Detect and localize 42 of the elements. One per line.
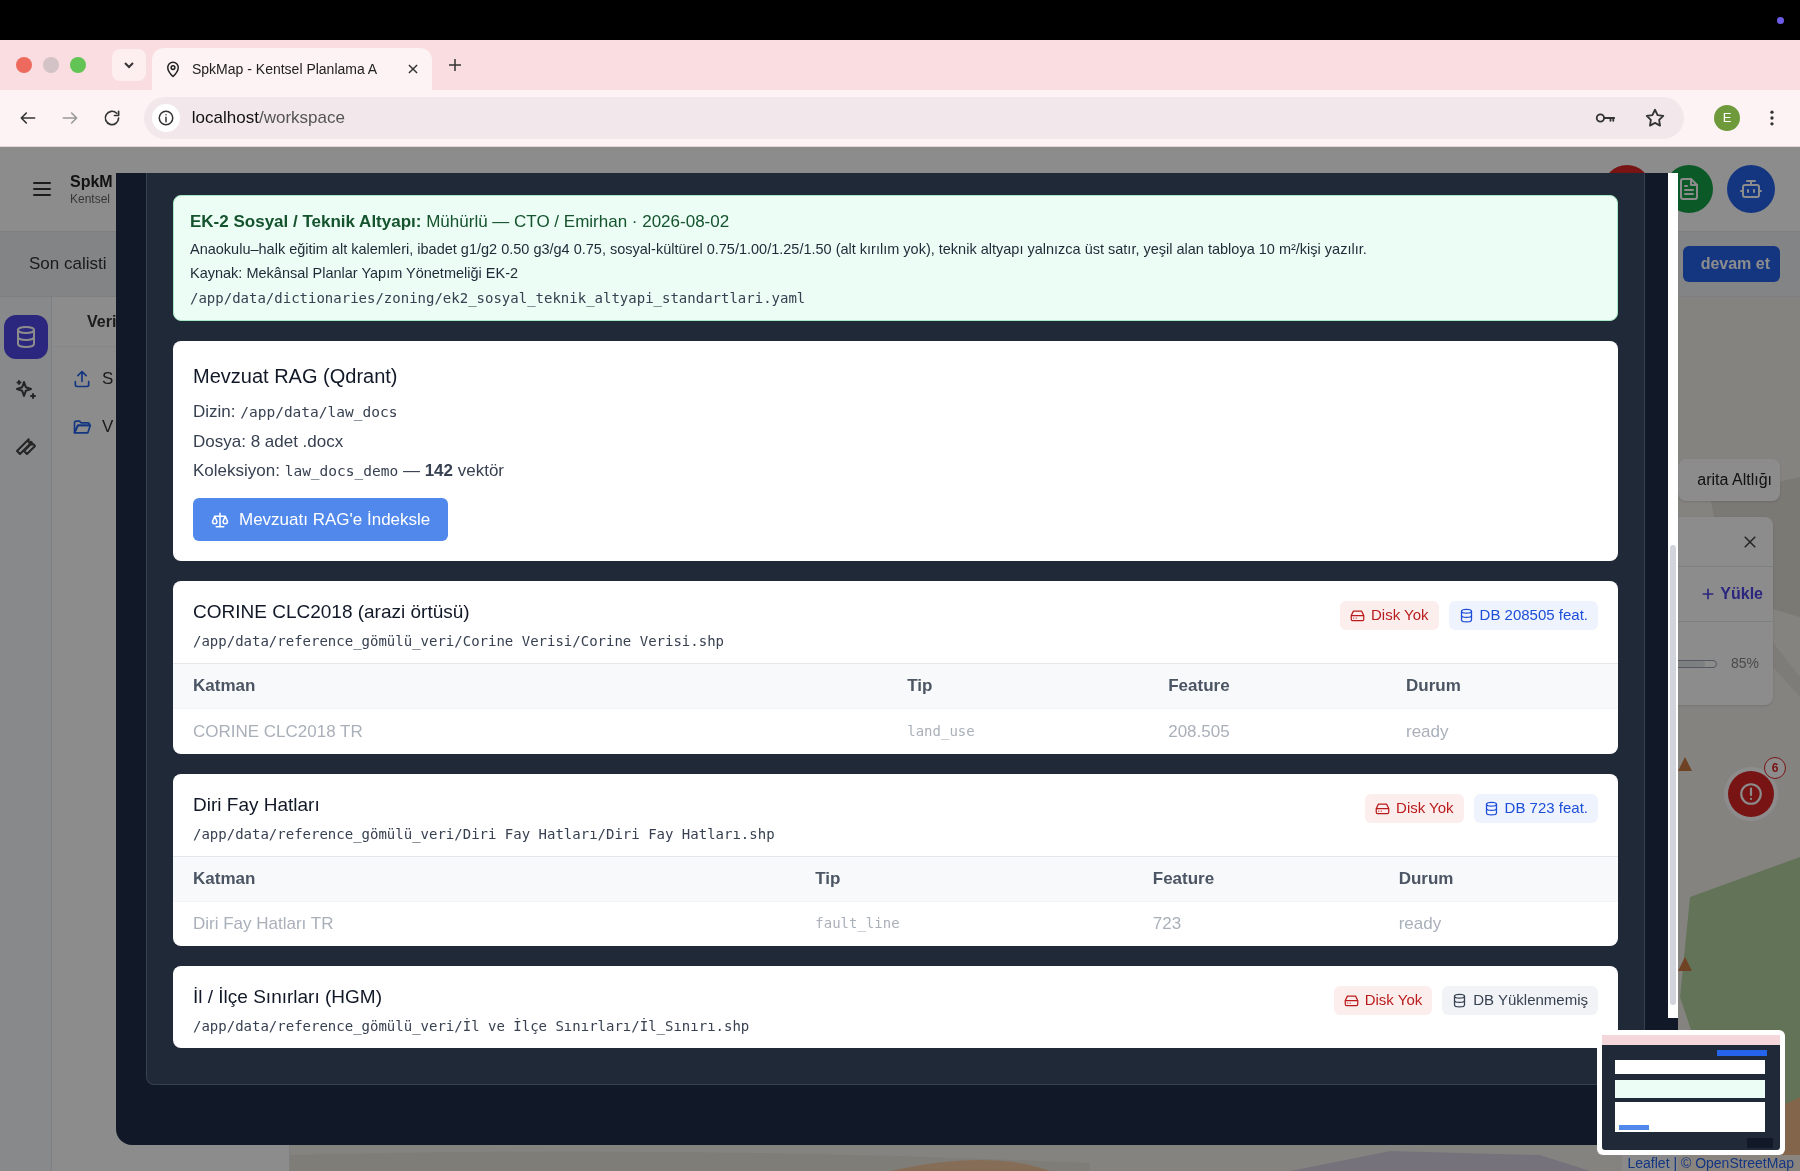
file-path: /app/data/reference_gömülü_veri/İl ve İlçe Sınırları/İl_Sınırı.shp [193, 1017, 751, 1036]
recent-label: Son calisti [29, 253, 107, 276]
app-title: SpkM [70, 171, 113, 192]
column-header: Katman [173, 856, 816, 901]
table-cell: 208.505 [1168, 708, 1406, 754]
file-path: /app/data/reference_gömülü_veri/Corine Verisi/Corine Verisi.shp [193, 632, 725, 651]
url-text: localhost/workspace [191, 107, 346, 130]
column-header: Feature [1168, 663, 1406, 709]
column-header: Katman [173, 663, 908, 709]
status-badge: DB Yüklenmemiş [1442, 986, 1598, 1015]
file-path: /app/data/reference_gömülü_veri/Diri Fay Hatları/Diri Fay Hatları.shp [193, 824, 776, 844]
table-cell: 723 [1152, 901, 1399, 946]
panel-title: Veri [87, 311, 117, 332]
table-cell: ready [1398, 901, 1618, 946]
card-title: Diri Fay Hatları [193, 792, 321, 817]
table-cell: Diri Fay Hatları TR [173, 901, 816, 946]
card-title: Mevzuat RAG (Qdrant) [193, 364, 399, 389]
column-header: Tip [907, 663, 1169, 709]
table-cell: fault_line [815, 901, 1153, 946]
card-title: İl / İlçe Sınırları (HGM) [193, 985, 383, 1009]
status-badge: Disk Yok [1340, 601, 1439, 630]
file-path: /app/data/dictionaries/zoning/ek2_sosyal_teknik_altyapi_standartlari.yaml [190, 289, 807, 308]
status-badge: DB 208505 feat. [1448, 601, 1598, 630]
note-description: Anaokulu–halk eğitim alt kalemleri, ibadet g1/g2 0.50 g3/g4 0.75, sosyal-kültürel 0.75/1.00/1.25/1.50 (alt kırılım yok), teknik altyapı yalnızca üst satır, yeşil alan tabloya 10 m²/kişi yazılır. [190, 240, 1368, 258]
tab-title: SpkMap - Kentsel Planlama A [192, 59, 379, 79]
status-badge: Disk Yok [1333, 986, 1433, 1015]
info-line: Dosya: 8 adet .docx [193, 431, 345, 453]
status-badge: Disk Yok [1365, 793, 1464, 823]
info-line: Dizin: /app/data/law_docs [193, 401, 399, 423]
note-title: EK-2 Sosyal / Teknik Altyapı: Mühürlü — CTO / Emirhan · 2026-08-02 [190, 211, 731, 233]
info-line: Koleksiyon: law_docs_demo — 142 vektör [193, 460, 506, 482]
table-cell: CORINE CLC2018 TR [173, 708, 908, 754]
table-cell: ready [1406, 708, 1618, 754]
card-title: CORINE CLC2018 (arazi örtüsü) [193, 600, 471, 624]
table-cell: land_use [907, 708, 1169, 754]
app-subtitle: Kentsel [70, 191, 112, 207]
column-header: Durum [1398, 856, 1618, 901]
note-source: Kaynak: Mekânsal Planlar Yapım Yönetmeliği EK-2 [190, 264, 520, 282]
column-header: Tip [815, 856, 1153, 901]
column-header: Durum [1406, 663, 1618, 709]
status-badge: DB 723 feat. [1473, 793, 1598, 823]
column-header: Feature [1152, 856, 1399, 901]
